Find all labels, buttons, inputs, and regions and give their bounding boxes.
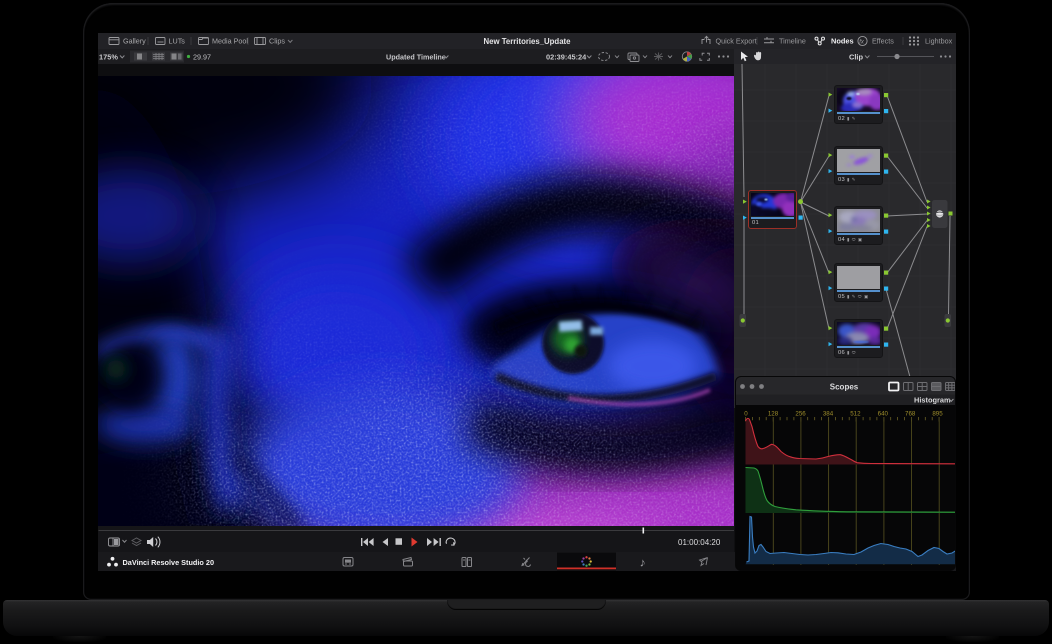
svg-text:384: 384: [823, 410, 834, 417]
svg-text:fx: fx: [859, 39, 865, 45]
svg-text:01:00:04:20: 01:00:04:20: [678, 538, 721, 547]
svg-text:Scopes: Scopes: [830, 382, 859, 391]
svg-text:Effects: Effects: [872, 37, 894, 46]
svg-text:♪: ♪: [640, 555, 646, 569]
svg-text:Clips: Clips: [269, 37, 285, 46]
svg-text:Timeline: Timeline: [779, 37, 806, 46]
svg-text:Updated Timeline: Updated Timeline: [386, 52, 446, 61]
svg-text:256: 256: [795, 410, 806, 417]
svg-text:175%: 175%: [99, 52, 118, 61]
svg-text:Lightbox: Lightbox: [925, 37, 953, 46]
svg-text:0: 0: [744, 410, 748, 417]
svg-text:New Territories_Update: New Territories_Update: [484, 37, 572, 46]
svg-text:Gallery: Gallery: [123, 37, 146, 46]
svg-text:Histogram: Histogram: [914, 395, 951, 404]
svg-text:DaVinci Resolve Studio 20: DaVinci Resolve Studio 20: [123, 557, 215, 566]
svg-text:895: 895: [932, 410, 943, 417]
svg-text:LUTs: LUTs: [169, 37, 186, 46]
svg-text:Quick Export: Quick Export: [716, 37, 757, 46]
svg-text:640: 640: [878, 410, 889, 417]
svg-text:768: 768: [905, 410, 916, 417]
svg-text:512: 512: [850, 410, 861, 417]
svg-text:02:39:45:24: 02:39:45:24: [546, 52, 587, 61]
svg-text:Clip: Clip: [849, 52, 863, 61]
svg-text:29.97: 29.97: [193, 52, 211, 61]
svg-text:Media Pool: Media Pool: [212, 37, 248, 46]
svg-text:128: 128: [768, 410, 779, 417]
svg-text:Nodes: Nodes: [831, 37, 854, 46]
